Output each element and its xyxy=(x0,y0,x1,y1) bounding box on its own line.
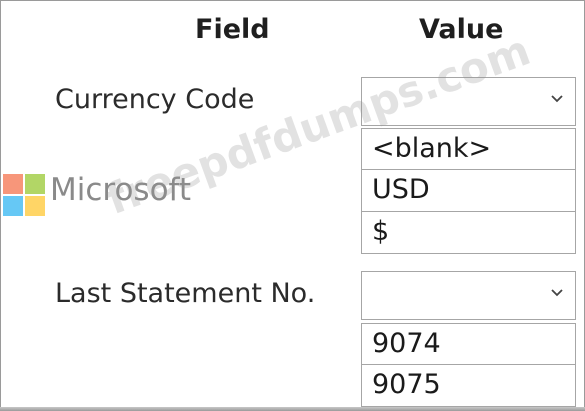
microsoft-logo-icon xyxy=(3,174,45,216)
currency-code-options: <blank> USD $ xyxy=(361,128,576,254)
microsoft-logo-text: Microsoft xyxy=(50,172,192,208)
statement-option-9074[interactable]: 9074 xyxy=(361,323,576,365)
currency-code-label: Currency Code xyxy=(55,84,255,115)
last-statement-no-dropdown[interactable] xyxy=(361,271,576,320)
last-statement-no-label: Last Statement No. xyxy=(55,278,316,309)
field-column-header: Field xyxy=(195,14,270,45)
chevron-down-icon[interactable] xyxy=(549,284,565,300)
currency-option-dollar[interactable]: $ xyxy=(361,212,576,254)
last-statement-no-options: 9074 9075 xyxy=(361,323,576,407)
currency-option-usd[interactable]: USD xyxy=(361,170,576,212)
currency-option-blank[interactable]: <blank> xyxy=(361,128,576,170)
frame-shadow xyxy=(0,407,585,411)
value-column-header: Value xyxy=(419,14,504,45)
chevron-down-icon[interactable] xyxy=(549,90,565,106)
currency-code-dropdown[interactable] xyxy=(361,77,576,126)
statement-option-9075[interactable]: 9075 xyxy=(361,365,576,407)
